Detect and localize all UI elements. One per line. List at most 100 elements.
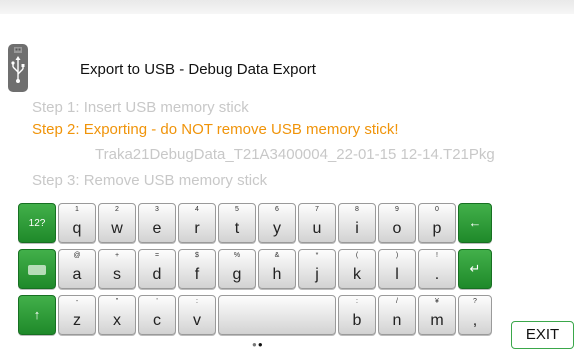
- key-d[interactable]: = d: [138, 249, 176, 289]
- keyboard-toggle-key[interactable]: [18, 249, 56, 289]
- key-label: h: [272, 266, 282, 283]
- key-alt-label: /: [396, 298, 398, 305]
- key-alt-label: -: [75, 298, 79, 305]
- key-o[interactable]: 9o: [378, 203, 416, 243]
- keyboard-icon: [28, 265, 46, 275]
- step-2-text: Step 2: Exporting - do NOT remove USB me…: [32, 121, 399, 138]
- key-label: .: [434, 266, 440, 283]
- key-alt-label: 5: [235, 206, 239, 213]
- backspace-key[interactable]: ←: [458, 203, 492, 243]
- key-label: a: [72, 266, 82, 283]
- key-w[interactable]: 2w: [98, 203, 136, 243]
- key-p[interactable]: 0p: [418, 203, 456, 243]
- key-v[interactable]: :v: [178, 295, 216, 335]
- space-key[interactable]: [218, 295, 336, 335]
- key-alt-label: 9: [395, 206, 399, 213]
- key-t[interactable]: 5t: [218, 203, 256, 243]
- key-label: u: [312, 220, 322, 237]
- key-y[interactable]: 6y: [258, 203, 296, 243]
- key-x[interactable]: " x: [98, 295, 136, 335]
- key-alt-label: !: [436, 252, 438, 259]
- key-l[interactable]: ) l: [378, 249, 416, 289]
- key-i[interactable]: 8i: [338, 203, 376, 243]
- enter-arrow-icon: ↵: [469, 261, 481, 276]
- key-label: v: [193, 312, 201, 329]
- export-file-name: Traka21DebugData_T21A3400004_22-01-15 12…: [95, 146, 495, 163]
- top-bar: [0, 0, 574, 14]
- key-label: r: [194, 220, 200, 237]
- key-alt-label: 8: [355, 206, 359, 213]
- key-label: t: [234, 220, 240, 237]
- key-alt-label: =: [154, 252, 160, 259]
- shift-arrow-icon: ↑: [33, 307, 41, 322]
- key-label: s: [113, 266, 121, 283]
- backspace-arrow-icon: ←: [468, 215, 482, 230]
- key-alt-label: ": [115, 298, 119, 305]
- page-indicator: ●●: [252, 340, 264, 349]
- key-label: ,: [472, 312, 478, 329]
- key-alt-label: $: [195, 252, 199, 259]
- key-label: j: [315, 266, 319, 283]
- key-u[interactable]: 7u: [298, 203, 336, 243]
- key-label: i: [355, 220, 359, 237]
- key-m[interactable]: ¥ m: [418, 295, 456, 335]
- key-label: k: [353, 266, 361, 283]
- key-alt-label: 3: [155, 206, 159, 213]
- key-a[interactable]: @ a: [58, 249, 96, 289]
- key-label: z: [73, 312, 81, 329]
- key-e[interactable]: 3e: [138, 203, 176, 243]
- key-label: q: [72, 220, 82, 237]
- key-comma[interactable]: ?,: [458, 295, 492, 335]
- key-alt-label: ¥: [435, 298, 439, 305]
- key-alt-label: ': [156, 298, 158, 305]
- page-dot-active: ●: [257, 340, 264, 349]
- key-label: w: [111, 220, 123, 237]
- key-alt-label: :: [196, 298, 198, 305]
- shift-key[interactable]: ↑: [18, 295, 56, 335]
- key-k[interactable]: (k: [338, 249, 376, 289]
- key-q[interactable]: 1q: [58, 203, 96, 243]
- step-3-text: Step 3: Remove USB memory stick: [32, 172, 268, 189]
- key-label: o: [392, 220, 402, 237]
- key-r[interactable]: 4r: [178, 203, 216, 243]
- key-period[interactable]: !.: [418, 249, 456, 289]
- key-alt-label: 1: [75, 206, 79, 213]
- key-alt-label: &: [274, 252, 280, 259]
- key-s[interactable]: + s: [98, 249, 136, 289]
- enter-key[interactable]: ↵: [458, 249, 492, 289]
- key-alt-label: :: [356, 298, 358, 305]
- usb-drive-icon: [8, 44, 28, 92]
- key-alt-label: ): [395, 252, 399, 259]
- exit-button[interactable]: EXIT: [511, 321, 574, 349]
- key-h[interactable]: & h: [258, 249, 296, 289]
- key-f[interactable]: $ f: [178, 249, 216, 289]
- key-g[interactable]: % g: [218, 249, 256, 289]
- key-label: e: [152, 220, 162, 237]
- key-alt-label: (: [355, 252, 359, 259]
- key-label: l: [395, 266, 399, 283]
- step-1-text: Step 1: Insert USB memory stick: [32, 99, 249, 116]
- key-c[interactable]: ' c: [138, 295, 176, 335]
- page-title: Export to USB - Debug Data Export: [80, 61, 316, 78]
- key-n[interactable]: / n: [378, 295, 416, 335]
- key-label: n: [392, 312, 402, 329]
- key-label: f: [194, 266, 200, 283]
- symbols-key-label: 12?: [28, 218, 46, 229]
- key-label: c: [153, 312, 161, 329]
- key-b[interactable]: :b: [338, 295, 376, 335]
- key-z[interactable]: -z: [58, 295, 96, 335]
- key-label: d: [152, 266, 162, 283]
- key-alt-label: ?: [473, 298, 477, 305]
- key-alt-label: 4: [195, 206, 199, 213]
- key-label: x: [113, 312, 121, 329]
- key-alt-label: +: [114, 252, 120, 259]
- key-j[interactable]: * j: [298, 249, 336, 289]
- symbols-key[interactable]: 12?: [18, 203, 56, 243]
- key-alt-label: 7: [315, 206, 319, 213]
- key-label: p: [432, 220, 442, 237]
- key-alt-label: 0: [435, 206, 439, 213]
- key-alt-label: %: [233, 252, 241, 259]
- key-alt-label: @: [73, 252, 81, 259]
- key-alt-label: *: [315, 252, 319, 259]
- key-label: g: [232, 266, 242, 283]
